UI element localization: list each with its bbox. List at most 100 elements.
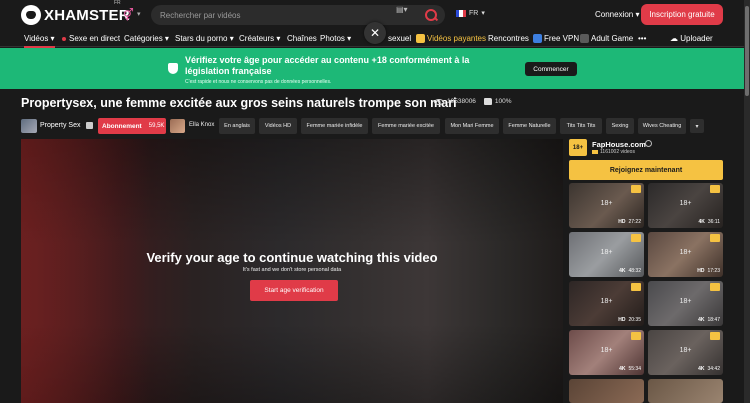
tag-chip[interactable]: Femme mariée infidèle bbox=[301, 118, 368, 134]
duration: 17:23 bbox=[707, 268, 720, 274]
thumb-label: 18+ bbox=[679, 347, 692, 354]
thumb-duration: 4K 34:42 bbox=[698, 366, 720, 372]
quality-badge: 4K bbox=[619, 268, 626, 274]
video-thumbnail[interactable] bbox=[648, 379, 723, 403]
quality-badge: 4K bbox=[698, 219, 705, 225]
video-thumbnail[interactable]: 18+ 4K 55:34 bbox=[569, 330, 644, 375]
thumb-label: 18+ bbox=[600, 249, 613, 256]
tag-chip[interactable]: En anglais bbox=[219, 118, 255, 134]
nav-categories[interactable]: Catégories ▾ bbox=[124, 34, 169, 43]
site-logo[interactable]: XHAMSTER bbox=[21, 5, 130, 25]
video-thumbnail[interactable]: 18+ 4K 48:32 bbox=[569, 232, 644, 277]
language-selector[interactable]: FR ▾ bbox=[456, 9, 485, 17]
france-flag-icon bbox=[456, 9, 466, 17]
video-thumbnail[interactable]: 18+ 4K 18:47 bbox=[648, 281, 723, 326]
login-link[interactable]: Connexion ▾ bbox=[595, 10, 640, 19]
chevron-down-icon[interactable]: ▾ bbox=[137, 10, 141, 18]
thumb-label: 18+ bbox=[600, 347, 613, 354]
nav-videos[interactable]: Vidéos ▾ bbox=[24, 34, 55, 48]
duration: 36:11 bbox=[707, 219, 720, 225]
more-icon[interactable]: ••• bbox=[638, 34, 646, 43]
video-player[interactable]: Verify your age to continue watching thi… bbox=[21, 139, 563, 403]
thumb-duration: HD 20:35 bbox=[618, 317, 641, 323]
search-button[interactable] bbox=[417, 5, 445, 25]
model-avatar[interactable] bbox=[170, 119, 185, 133]
shield-check-icon bbox=[168, 63, 178, 74]
nav-pornstars[interactable]: Stars du porno ▾ bbox=[175, 34, 234, 43]
crown-icon bbox=[631, 283, 641, 291]
live-dot-icon bbox=[62, 36, 66, 41]
tags-row: Property Sex Abonnement 59,5K Ella Knox … bbox=[21, 118, 711, 134]
thumb-label: 18+ bbox=[679, 298, 692, 305]
logo-text: XHAMSTER bbox=[44, 6, 130, 24]
nav-label: Sexe en direct bbox=[69, 34, 121, 43]
scrollbar-thumb[interactable] bbox=[745, 6, 749, 96]
info-icon[interactable] bbox=[645, 140, 652, 147]
video-thumbnail[interactable]: 18+ HD 20:35 bbox=[569, 281, 644, 326]
video-thumbnail[interactable]: 18+ HD 27:22 bbox=[569, 183, 644, 228]
channel-avatar[interactable] bbox=[21, 119, 37, 133]
page: XHAMSTER FR ⚥ ▾ ▤▾ FR ▾ Connexion ▾ Insc… bbox=[0, 0, 750, 403]
nav-label: Créateurs bbox=[239, 34, 275, 43]
subscribe-label: Abonnement bbox=[102, 122, 142, 130]
nav-live-sex[interactable]: Sexe en direct bbox=[62, 34, 120, 43]
video-thumbnail[interactable]: 18+ 4K 36:11 bbox=[648, 183, 723, 228]
duration: 27:22 bbox=[628, 219, 641, 225]
tag-chip[interactable]: Tits Tits Tits bbox=[560, 118, 602, 134]
crown-icon bbox=[631, 185, 641, 193]
search-filter-icon[interactable]: ▤▾ bbox=[396, 5, 408, 14]
crown-icon bbox=[710, 234, 720, 242]
nav-channels[interactable]: Chaînes bbox=[287, 34, 317, 43]
start-age-verification-button[interactable]: Start age verification bbox=[250, 280, 338, 301]
crown-icon bbox=[416, 34, 425, 44]
nav-label: Vidéos bbox=[24, 34, 49, 43]
nav-label: Adult Game bbox=[591, 34, 634, 43]
quality-badge: 4K bbox=[698, 317, 705, 323]
close-icon[interactable]: ✕ bbox=[364, 22, 386, 44]
tag-chip[interactable]: Vidéos HD bbox=[259, 118, 297, 134]
video-thumbnail[interactable]: 18+ 4K 34:42 bbox=[648, 330, 723, 375]
video-thumbnail[interactable] bbox=[569, 379, 644, 403]
language-code: FR bbox=[469, 9, 479, 17]
nav-photos[interactable]: Photos ▾ bbox=[320, 34, 351, 43]
model-name[interactable]: Ella Knox bbox=[189, 122, 214, 128]
gender-icon[interactable]: ⚥ bbox=[123, 8, 134, 22]
quality-badge: HD bbox=[697, 268, 705, 274]
thumb-label: 18+ bbox=[600, 298, 613, 305]
nav-sexual[interactable]: sexuel bbox=[388, 34, 411, 43]
start-button[interactable]: Commencer bbox=[525, 62, 577, 76]
cloud-upload-icon: ☁ bbox=[670, 34, 681, 43]
tag-chip[interactable]: Sexing bbox=[606, 118, 634, 134]
vpn-icon bbox=[533, 34, 542, 44]
nav-upload[interactable]: ☁ Uploader bbox=[670, 34, 713, 43]
nav-paid-videos[interactable]: Vidéos payantes bbox=[416, 34, 486, 44]
tag-chip[interactable]: Mon Mari Femme bbox=[445, 118, 499, 134]
crown-icon bbox=[710, 185, 720, 193]
scrollbar[interactable] bbox=[744, 0, 750, 403]
thumb-duration: HD 27:22 bbox=[618, 219, 641, 225]
chevron-down-icon[interactable]: ▾ bbox=[690, 119, 704, 133]
video-thumbnail[interactable]: 18+ HD 17:23 bbox=[648, 232, 723, 277]
tag-chip[interactable]: Femme mariée excitée bbox=[372, 118, 440, 134]
subscribe-button[interactable]: Abonnement 59,5K bbox=[98, 118, 166, 134]
sidebar-site-name[interactable]: FapHouse.com bbox=[592, 140, 646, 149]
duration: 55:34 bbox=[628, 366, 641, 372]
video-stats: 19538006 100% bbox=[434, 98, 512, 105]
verify-subtitle: It's fast and we don't store personal da… bbox=[242, 267, 342, 273]
search-input[interactable] bbox=[160, 8, 390, 22]
join-button[interactable]: Rejoignez maintenant bbox=[569, 160, 723, 180]
age-verification-banner: Vérifiez votre âge pour accéder au conte… bbox=[0, 48, 744, 89]
tag-chip[interactable]: Wives Cheating bbox=[638, 118, 686, 134]
nav-free-vpn[interactable]: Free VPN bbox=[533, 34, 579, 44]
view-count: 19538006 bbox=[447, 98, 476, 105]
channel-name[interactable]: Property Sex bbox=[40, 122, 80, 129]
nav-dating[interactable]: Rencontres bbox=[488, 34, 529, 43]
thumb-label: 18+ bbox=[679, 200, 692, 207]
thumbs-up-icon[interactable] bbox=[483, 98, 492, 105]
nav-creators[interactable]: Créateurs ▾ bbox=[239, 34, 280, 43]
nav-adult-game[interactable]: Adult Game bbox=[580, 34, 634, 44]
crown-icon bbox=[631, 234, 641, 242]
tag-chip[interactable]: Femme Naturelle bbox=[503, 118, 556, 134]
signup-button[interactable]: Inscription gratuite bbox=[641, 4, 723, 25]
faphouse-logo[interactable]: 18+ bbox=[569, 139, 587, 156]
